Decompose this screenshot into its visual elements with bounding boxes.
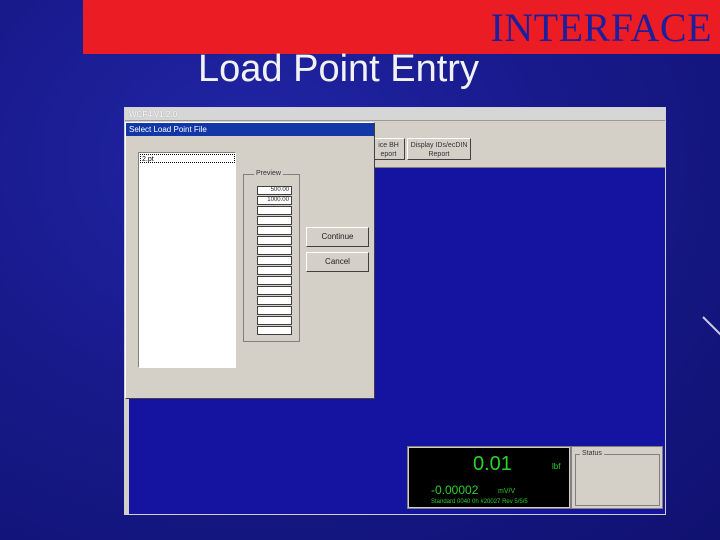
preview-cell [257, 306, 292, 315]
banner-label: INTERFACE [490, 5, 712, 50]
app-titlebar: WCF4 V1.2.0 [125, 108, 665, 121]
toolbar-button-label: Report [428, 151, 450, 158]
preview-cell [257, 276, 292, 285]
toolbar-button-label: ice BH [378, 142, 399, 149]
preview-cell [257, 286, 292, 295]
load-readout-display: 0.01 lbf -0.00002 mV/V Standard 0040 0h … [409, 448, 569, 507]
preview-cell [257, 236, 292, 245]
status-label: Status [580, 449, 604, 459]
cancel-button[interactable]: Cancel [306, 252, 369, 272]
toolbar-button-label: Display IDs/ecDIN [410, 142, 468, 149]
preview-cell [257, 296, 292, 305]
load-value: 0.01 [473, 453, 512, 475]
preview-cell [257, 216, 292, 225]
preview-cell [257, 256, 292, 265]
status-group: Status [575, 449, 660, 506]
toolbar-report-button-1[interactable]: ice BH eport [372, 138, 405, 160]
readout-info: Standard 0040 0h #20027 Rev 5/5/5 [431, 499, 528, 505]
preview-cell [257, 316, 292, 325]
signal-value: -0.00002 [431, 483, 479, 497]
file-list[interactable]: 2.pt [138, 152, 236, 368]
preview-cell [257, 326, 292, 335]
preview-cell: 500.00 [257, 186, 292, 195]
preview-group: Preview 500.00 1000.00 [243, 169, 300, 342]
toolbar-display-report-button[interactable]: Display IDs/ecDIN Report [407, 138, 471, 160]
toolbar-button-label: eport [380, 151, 397, 158]
slide-title: Load Point Entry [198, 48, 479, 90]
preview-cell [257, 226, 292, 235]
status-panel: Status [571, 446, 663, 509]
preview-cell: 1000.00 [257, 196, 292, 205]
load-unit: lbf [552, 462, 561, 471]
preview-cell [257, 246, 292, 255]
preview-label: Preview [254, 169, 283, 179]
file-list-item[interactable]: 2.pt [140, 154, 235, 163]
signal-unit: mV/V [498, 488, 516, 495]
continue-button[interactable]: Continue [306, 227, 369, 247]
preview-cell [257, 266, 292, 275]
preview-cell [257, 206, 292, 215]
dialog-title: Select Load Point File [126, 123, 374, 136]
select-load-point-dialog: Select Load Point File 2.pt Preview 500.… [125, 122, 375, 399]
